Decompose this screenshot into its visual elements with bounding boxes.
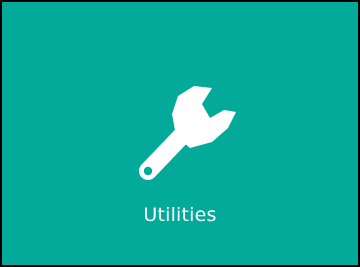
utilities-tile[interactable]: Utilities: [0, 0, 360, 267]
wrench-icon: [132, 84, 238, 186]
tile-label: Utilities: [143, 204, 217, 226]
